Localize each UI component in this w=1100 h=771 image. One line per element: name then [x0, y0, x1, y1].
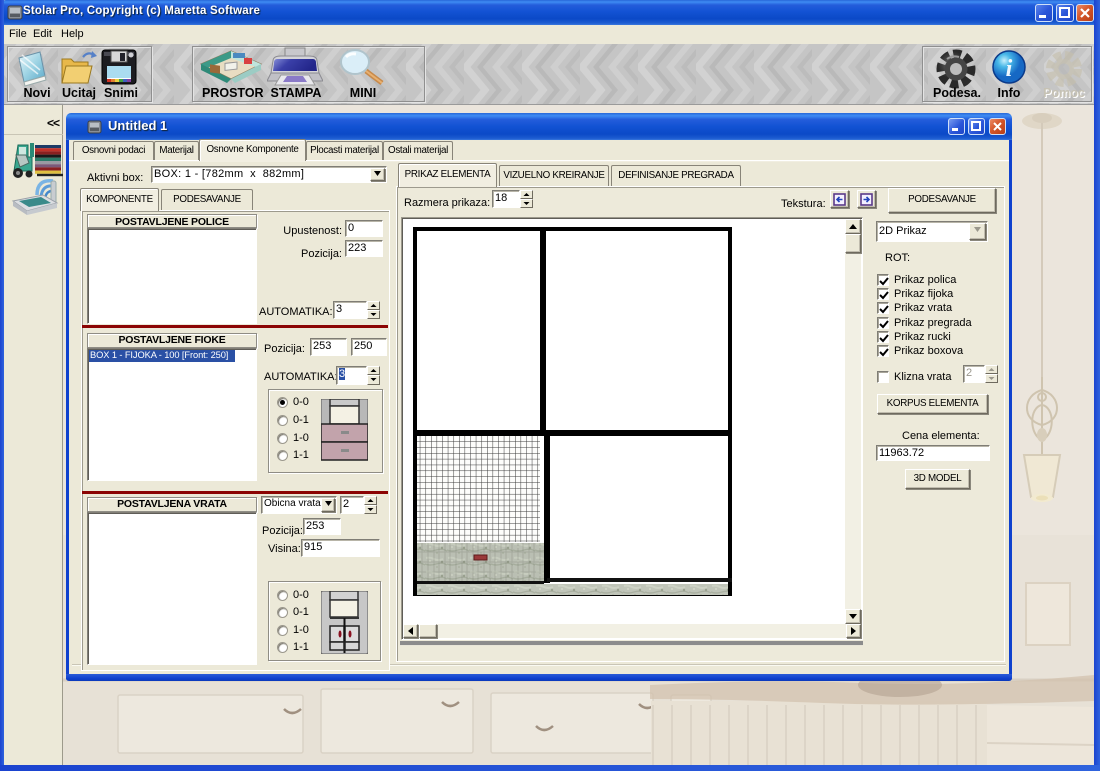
svg-text:i: i [1006, 56, 1013, 82]
